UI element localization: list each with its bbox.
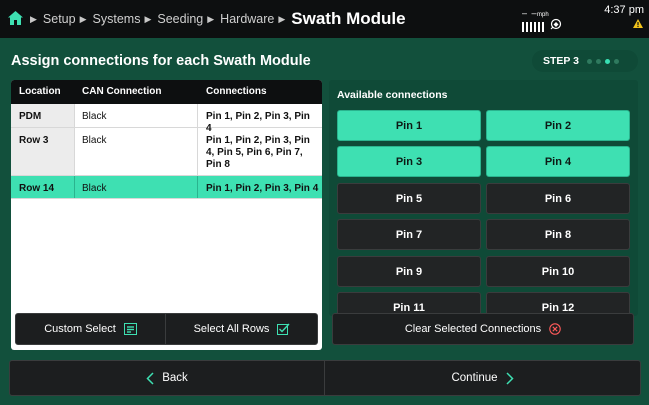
home-icon[interactable] xyxy=(8,11,23,25)
pin-button[interactable]: Pin 3 xyxy=(337,146,481,177)
step-dot xyxy=(587,58,592,64)
clock: 4:37 pm xyxy=(604,4,644,16)
pin-button[interactable]: Pin 1 xyxy=(337,110,481,141)
satellite-icon[interactable] xyxy=(550,18,562,30)
custom-select-button[interactable]: Custom Select xyxy=(16,314,165,344)
speed-bars-icon xyxy=(522,22,546,32)
column-divider xyxy=(197,176,198,198)
back-label: Back xyxy=(162,372,188,384)
clear-selected-label: Clear Selected Connections xyxy=(404,323,542,335)
pin-button[interactable]: Pin 7 xyxy=(337,219,481,250)
row-location: Row 14 xyxy=(19,183,55,194)
speed-readout[interactable]: – – mph xyxy=(522,6,572,34)
column-divider xyxy=(74,176,75,198)
breadcrumb-systems[interactable]: Systems xyxy=(93,12,141,26)
continue-button[interactable]: Continue xyxy=(325,361,640,395)
chevron-right-icon xyxy=(505,371,514,385)
breadcrumb-hardware[interactable]: Hardware xyxy=(220,12,274,26)
select-all-rows-label: Select All Rows xyxy=(193,323,270,335)
pin-button[interactable]: Pin 9 xyxy=(337,256,481,287)
table-header: Location CAN Connection Connections xyxy=(11,80,322,104)
table-actions: Custom Select Select All Rows xyxy=(15,313,318,345)
table-row[interactable]: Row 3 Black Pin 1, Pin 2, Pin 3, Pin 4, … xyxy=(11,128,322,176)
column-divider xyxy=(197,128,198,175)
pin-button[interactable]: Pin 8 xyxy=(486,219,630,250)
bottom-nav: Back Continue xyxy=(9,360,641,396)
page-title: Swath Module xyxy=(291,9,406,28)
swath-module-table: Location CAN Connection Connections PDM … xyxy=(11,80,322,350)
row-can-connection: Black xyxy=(82,183,107,194)
chevron-right-icon: ▶ xyxy=(144,13,152,24)
row-connections: Pin 1, Pin 2, Pin 3, Pin 4 xyxy=(206,183,319,194)
step-indicator: STEP 3 xyxy=(532,50,638,72)
chevron-right-icon: ▶ xyxy=(30,13,37,24)
row-connections: Pin 1, Pin 2, Pin 3, Pin 4, Pin 5, Pin 6… xyxy=(206,135,310,170)
breadcrumb: ▶ Setup ▶ Systems ▶ Seeding ▶ Hardware ▶… xyxy=(26,0,406,38)
row-can-connection: Black xyxy=(82,135,107,146)
column-header-can-connection: CAN Connection xyxy=(82,86,162,97)
pin-button[interactable]: Pin 10 xyxy=(486,256,630,287)
checkbox-checked-icon xyxy=(277,323,290,335)
row-can-connection: Black xyxy=(82,111,107,122)
breadcrumb-setup[interactable]: Setup xyxy=(43,12,76,26)
column-header-connections: Connections xyxy=(206,86,267,97)
clear-icon xyxy=(549,323,561,335)
select-all-rows-button[interactable]: Select All Rows xyxy=(166,314,318,344)
warning-icon[interactable] xyxy=(633,19,643,28)
row-location: Row 3 xyxy=(11,128,74,175)
pin-button[interactable]: Pin 6 xyxy=(486,183,630,214)
section-heading: Assign connections for each Swath Module xyxy=(11,53,311,69)
step-dot xyxy=(614,58,619,64)
table-row-selected[interactable]: Row 14 Black Pin 1, Pin 2, Pin 3, Pin 4 xyxy=(11,176,322,199)
continue-label: Continue xyxy=(451,372,498,384)
available-connections-title: Available connections xyxy=(337,89,448,101)
row-location: PDM xyxy=(11,104,74,127)
step-label: STEP 3 xyxy=(543,55,579,67)
back-button[interactable]: Back xyxy=(10,361,324,395)
step-dot-active xyxy=(605,58,610,64)
top-bar: ▶ Setup ▶ Systems ▶ Seeding ▶ Hardware ▶… xyxy=(0,0,649,38)
custom-select-label: Custom Select xyxy=(44,323,116,335)
speed-value: – – xyxy=(522,8,538,18)
chevron-right-icon: ▶ xyxy=(278,13,286,24)
speed-unit: mph xyxy=(537,12,549,18)
step-dot xyxy=(596,58,601,64)
pin-button[interactable]: Pin 5 xyxy=(337,183,481,214)
pin-button[interactable]: Pin 2 xyxy=(486,110,630,141)
column-divider xyxy=(74,104,75,127)
available-connections-panel: Available connections Pin 1 Pin 2 Pin 3 … xyxy=(329,80,638,316)
custom-select-icon xyxy=(123,323,137,335)
column-divider xyxy=(74,128,75,175)
table-row[interactable]: PDM Black Pin 1, Pin 2, Pin 3, Pin 4 xyxy=(11,104,322,134)
column-divider xyxy=(197,104,198,127)
chevron-right-icon: ▶ xyxy=(79,13,87,24)
column-header-location: Location xyxy=(19,86,61,97)
chevron-right-icon: ▶ xyxy=(207,13,215,24)
breadcrumb-seeding[interactable]: Seeding xyxy=(157,12,203,26)
pin-button[interactable]: Pin 4 xyxy=(486,146,630,177)
chevron-left-icon xyxy=(146,371,154,385)
clear-selected-connections-button[interactable]: Clear Selected Connections xyxy=(332,313,634,345)
